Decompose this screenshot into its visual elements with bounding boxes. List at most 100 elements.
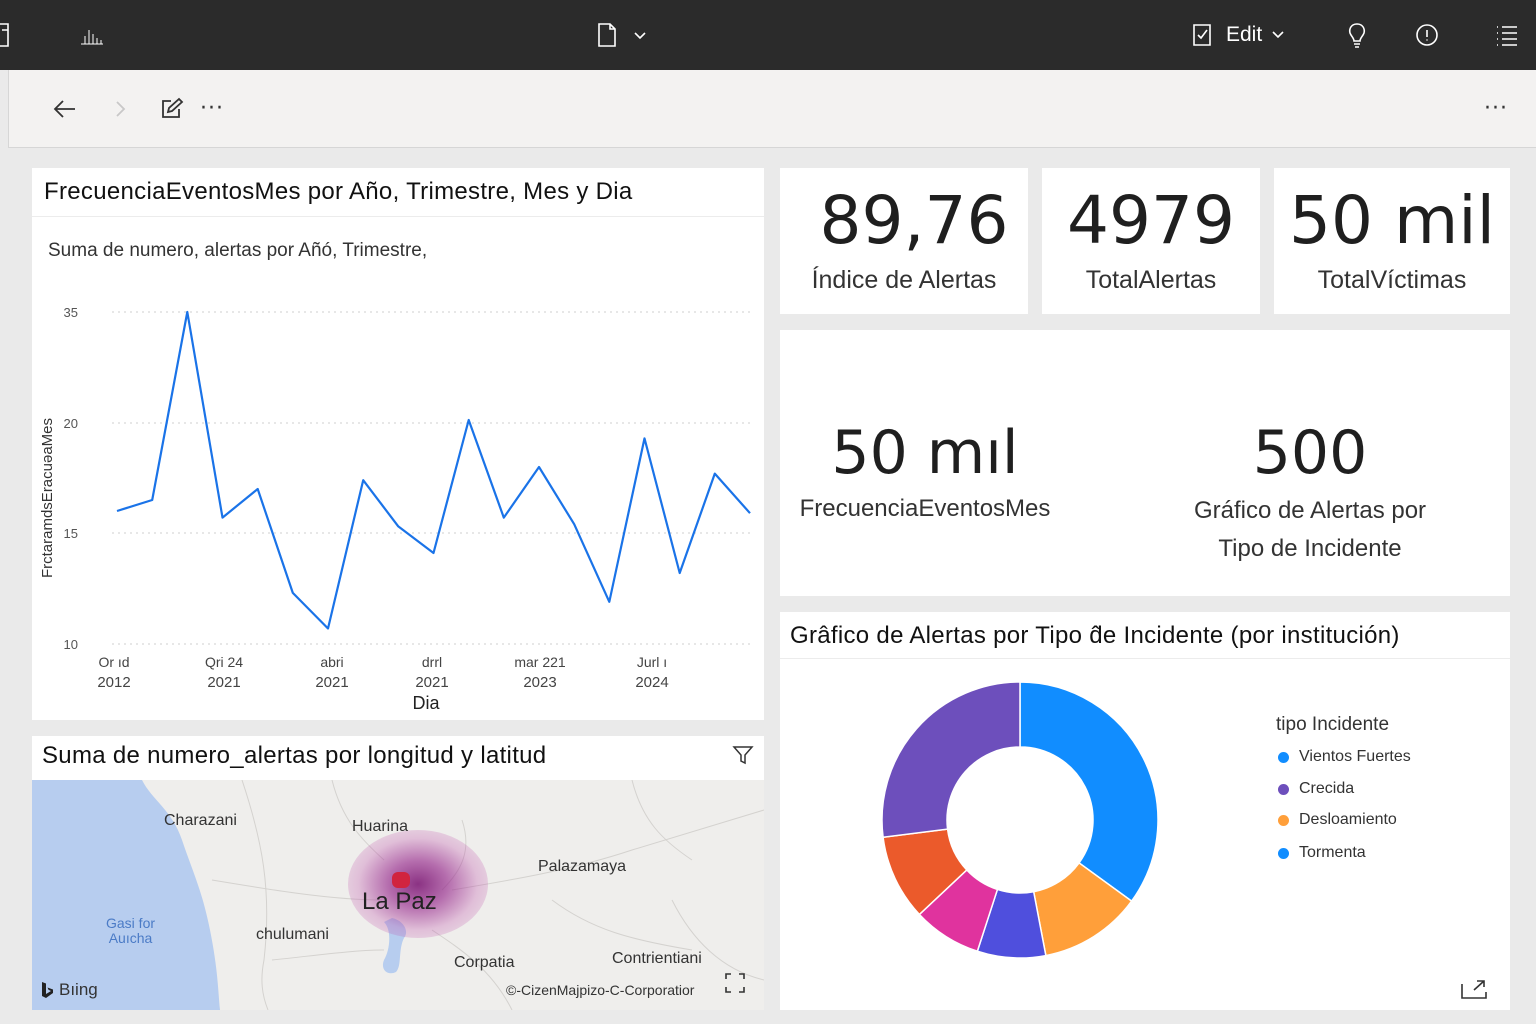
report-page-icon[interactable] bbox=[594, 0, 620, 70]
donut-chart[interactable] bbox=[780, 612, 1510, 1010]
x-tick-label: Jurl ı bbox=[637, 654, 667, 670]
edit-pencil-button[interactable] bbox=[155, 92, 189, 126]
y-axis-label: FrctaramdsEracuəaMes bbox=[39, 418, 56, 578]
donut-slice[interactable] bbox=[1019, 681, 1159, 903]
kpi-label: Índice de Alertas bbox=[811, 266, 997, 294]
more-options-button[interactable]: ··· bbox=[195, 92, 229, 126]
legend-dot bbox=[1278, 751, 1289, 763]
fullscreen-icon[interactable] bbox=[724, 972, 746, 998]
legend-item[interactable]: Desloamiento bbox=[1278, 811, 1397, 829]
y-tick-label: 10 bbox=[64, 637, 78, 652]
legend-label: Desloamiento bbox=[1299, 811, 1397, 828]
kpi-value: 89,76 bbox=[819, 182, 1009, 259]
menu-icon[interactable] bbox=[1494, 0, 1520, 70]
map-label-palazamaya: Palazamaya bbox=[538, 858, 627, 875]
map-label-chulumani: chulumani bbox=[256, 926, 329, 943]
x-tick-label: Or ıd bbox=[98, 654, 129, 670]
x-tick-label-year: 2023 bbox=[523, 674, 556, 691]
x-tick-label-year: 2021 bbox=[207, 674, 240, 691]
waffle-chart-icon[interactable] bbox=[78, 0, 106, 70]
heatmap-blob bbox=[348, 830, 488, 938]
edit-button[interactable]: Edit bbox=[1190, 0, 1286, 70]
report-canvas: FrecuenciaEventosMes por Año, Trimestre,… bbox=[8, 148, 1536, 1024]
kpi-frecuencia: 50 mıl FrecuenciaEventosMes bbox=[790, 330, 1060, 596]
legend-label: Tormenta bbox=[1299, 844, 1366, 861]
line-chart[interactable]: 35 20 15 10 FrctaramdsEracuəaMes Or ıd 2012 Qri… bbox=[32, 168, 764, 720]
arrow-left-icon bbox=[53, 100, 75, 118]
kpi-value: 50 mil bbox=[1289, 182, 1495, 259]
x-tick-label-year: 2012 bbox=[97, 674, 130, 691]
kpi-card-total-victimas[interactable]: 50 mil TotalVíctimas bbox=[1274, 168, 1510, 314]
water-label-line1: Gasi for bbox=[106, 915, 156, 931]
lightbulb-icon[interactable] bbox=[1344, 0, 1370, 70]
map-label-lapaz: La Paz bbox=[362, 888, 437, 915]
legend-item[interactable]: Tormenta bbox=[1278, 844, 1366, 862]
kpi-label: TotalVíctimas bbox=[1317, 266, 1467, 294]
legend-label: Vientos Fuertes bbox=[1299, 748, 1411, 765]
x-tick-label: Qri 24 bbox=[205, 654, 243, 670]
x-tick-label-year: 2021 bbox=[415, 674, 448, 691]
water-label-line2: Auıcha bbox=[108, 930, 153, 946]
map-label-corpatia: Corpatia bbox=[454, 954, 515, 971]
x-tick-label-year: 2024 bbox=[635, 674, 668, 691]
x-tick-label: abri bbox=[320, 654, 343, 670]
map-copyright: ©-CizenMajpizo-C-Corporatior bbox=[506, 982, 695, 998]
forward-button[interactable] bbox=[103, 92, 137, 126]
map-area[interactable]: Charazani Huarina Palazamaya La Paz chul… bbox=[32, 780, 764, 1010]
kpi-label-line1: Gráfico de Alertas por bbox=[1193, 497, 1427, 524]
kpi-grafico-alertas: 500 Gráfico de Alertas por Tipo de Incid… bbox=[1150, 330, 1470, 596]
chevron-right-icon bbox=[116, 101, 126, 117]
series-line[interactable] bbox=[116, 310, 751, 630]
y-tick-label: 35 bbox=[64, 305, 78, 320]
app-logo-icon[interactable] bbox=[0, 0, 14, 70]
map-roads bbox=[211, 780, 764, 1010]
legend-dot bbox=[1278, 783, 1289, 795]
line-chart-card[interactable]: FrecuenciaEventosMes por Año, Trimestre,… bbox=[32, 168, 764, 720]
checklist-icon bbox=[1193, 24, 1211, 46]
expand-icon[interactable] bbox=[1460, 978, 1488, 1004]
multi-kpi-card[interactable]: 50 mıl FrecuenciaEventosMes 500 Gráfico … bbox=[780, 330, 1510, 596]
map-label-charazani: Charazani bbox=[164, 812, 237, 829]
kpi-card-indice-alertas[interactable]: 89,76 Índice de Alertas bbox=[780, 168, 1028, 314]
edit-label: Edit bbox=[1226, 23, 1263, 46]
more-options-right-button[interactable]: ··· bbox=[1479, 92, 1513, 126]
legend-dot bbox=[1278, 847, 1289, 859]
map-water-label: Gasi for Auıcha bbox=[106, 916, 155, 946]
legend-title: tipo Incidente bbox=[1276, 714, 1390, 735]
legend-label: Crecida bbox=[1299, 780, 1355, 797]
bing-icon bbox=[42, 982, 53, 998]
bing-label: Bıing bbox=[59, 980, 98, 999]
chevron-down-icon bbox=[1272, 31, 1284, 39]
map-card[interactable]: Suma de numero_alertas por longitud y la… bbox=[32, 736, 764, 1010]
x-axis-label: Dia bbox=[412, 693, 440, 713]
map-label-contrientiani: Contrientiani bbox=[612, 950, 702, 967]
notification-icon[interactable] bbox=[1414, 0, 1440, 70]
app-header: Edit bbox=[0, 0, 1536, 70]
x-tick-label: mar 221 bbox=[514, 654, 566, 670]
location-marker-icon[interactable] bbox=[392, 872, 410, 888]
donut-slice[interactable] bbox=[881, 681, 1021, 839]
more-dots-icon: ··· bbox=[200, 96, 224, 121]
x-tick-label: drrl bbox=[422, 654, 442, 670]
donut-chart-card[interactable]: Grâfico de Alertas por Tipo d̂e Incident… bbox=[780, 612, 1510, 1010]
more-dots-icon: ··· bbox=[1484, 96, 1508, 121]
kpi-card-total-alertas[interactable]: 4979 TotalAlertas bbox=[1042, 168, 1260, 314]
legend-item[interactable]: Crecida bbox=[1278, 780, 1354, 798]
bing-logo: Bıing bbox=[40, 980, 98, 1000]
chevron-down-icon[interactable] bbox=[630, 0, 650, 70]
x-tick-label-year: 2021 bbox=[315, 674, 348, 691]
kpi-value: 500 bbox=[1252, 418, 1368, 488]
legend-dot bbox=[1278, 814, 1289, 826]
filter-icon[interactable] bbox=[732, 744, 754, 770]
y-tick-label: 15 bbox=[64, 526, 78, 541]
kpi-label-line2: Tipo de Incidente bbox=[1218, 535, 1402, 562]
y-tick-label: 20 bbox=[64, 416, 78, 431]
kpi-value: 50 mıl bbox=[831, 418, 1019, 488]
kpi-value: 4979 bbox=[1067, 182, 1235, 259]
report-toolbar: ··· ··· bbox=[8, 70, 1536, 148]
kpi-label: FrecuenciaEventosMes bbox=[799, 495, 1051, 522]
back-button[interactable] bbox=[47, 92, 81, 126]
legend-item[interactable]: Vientos Fuertes bbox=[1278, 748, 1411, 766]
pencil-icon bbox=[162, 97, 184, 118]
kpi-label: TotalAlertas bbox=[1085, 266, 1217, 294]
